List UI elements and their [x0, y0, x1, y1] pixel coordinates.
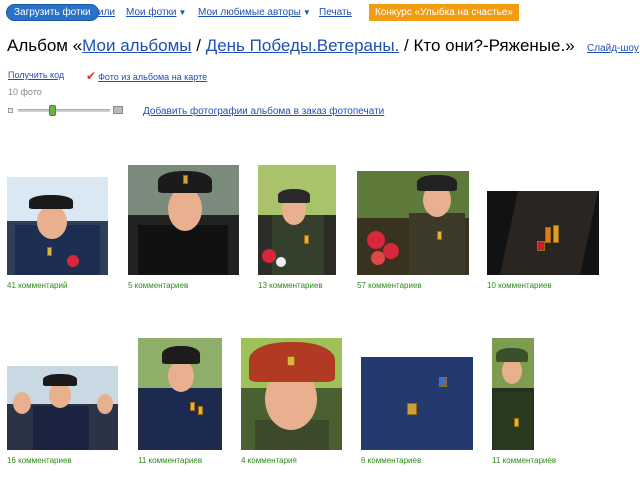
breadcrumb-separator: / — [191, 36, 206, 55]
zoom-track[interactable] — [18, 109, 110, 112]
page-title: Альбом «Мои альбомы / День Победы.Ветера… — [7, 36, 575, 56]
photo-thumbnail[interactable] — [138, 338, 222, 450]
my-photos-menu[interactable]: Мои фотки ▼ — [126, 7, 186, 18]
red-checkmark-icon: ✔ — [86, 69, 97, 83]
map-link-label: Фото из альбома на карте — [98, 72, 208, 82]
comment-count[interactable]: 57 комментариев — [357, 281, 422, 290]
breadcrumb-victory-day[interactable]: День Победы.Ветераны. — [206, 36, 400, 55]
comment-count[interactable]: 41 комментарий — [7, 281, 67, 290]
photo-count: 10 фото — [8, 87, 42, 97]
comment-count[interactable]: 10 комментариев — [487, 281, 552, 290]
print-link[interactable]: Печать — [319, 7, 352, 18]
photo-thumbnail[interactable] — [258, 165, 336, 275]
comment-count[interactable]: 4 комментария — [241, 456, 297, 465]
photo-thumbnail[interactable] — [487, 191, 599, 275]
zoom-slider[interactable] — [8, 104, 124, 116]
or-link[interactable]: или — [98, 7, 115, 18]
favorite-authors-label: Мои любимые авторы — [198, 7, 301, 18]
upload-photos-button[interactable]: Загрузить фотки — [6, 4, 99, 21]
chevron-down-icon: ▼ — [178, 8, 187, 17]
photo-thumbnail[interactable] — [7, 366, 118, 450]
slideshow-link[interactable]: Слайд-шоу — [587, 43, 639, 54]
comment-count[interactable]: 13 комментариев — [258, 281, 323, 290]
photo-thumbnail[interactable] — [128, 165, 239, 275]
contest-badge[interactable]: Конкурс «Улыбка на счастье» — [369, 4, 519, 21]
zoom-small-icon — [8, 108, 13, 113]
top-navigation: Загрузить фотки или Мои фотки ▼ Мои любим… — [6, 4, 636, 22]
title-prefix: Альбом « — [7, 36, 83, 55]
order-print-link[interactable]: Добавить фотографии альбома в заказ фото… — [143, 106, 384, 117]
comment-count[interactable]: 11 комментариев — [138, 456, 202, 465]
zoom-handle[interactable] — [49, 105, 57, 116]
map-link[interactable]: ✔ Фото из альбома на карте — [86, 69, 207, 83]
title-rest: / Кто они?-Ряженые.» — [399, 36, 575, 55]
photo-thumbnail[interactable] — [7, 177, 108, 275]
zoom-large-icon — [113, 106, 123, 114]
chevron-down-icon: ▼ — [302, 8, 311, 17]
favorite-authors-menu[interactable]: Мои любимые авторы ▼ — [198, 7, 311, 18]
photo-thumbnail[interactable] — [357, 171, 469, 275]
comment-count[interactable]: 11 комментариев — [492, 456, 556, 465]
comment-count[interactable]: 5 комментариев — [128, 281, 188, 290]
my-photos-label: Мои фотки — [126, 7, 177, 18]
photo-thumbnail[interactable] — [241, 338, 342, 450]
comment-count[interactable]: 6 комментариев — [361, 456, 421, 465]
photo-thumbnail[interactable] — [492, 338, 534, 450]
comment-count[interactable]: 16 комментариев — [7, 456, 72, 465]
get-code-link[interactable]: Получить код — [8, 70, 64, 80]
breadcrumb-my-albums[interactable]: Мои альбомы — [82, 36, 191, 55]
photo-thumbnail[interactable] — [361, 357, 473, 450]
